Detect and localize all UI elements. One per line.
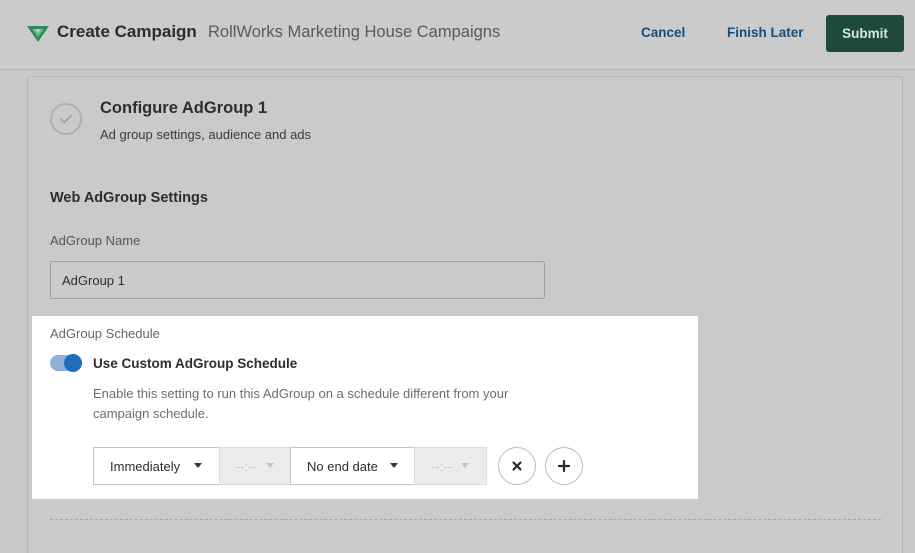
page-title: Create Campaign xyxy=(57,22,197,41)
end-date-dropdown[interactable]: No end date xyxy=(290,447,415,485)
adgroup-schedule-panel: AdGroup Schedule Use Custom AdGroup Sche… xyxy=(32,316,698,499)
section-title: Web AdGroup Settings xyxy=(50,190,208,206)
toggle-knob xyxy=(64,354,82,372)
check-icon xyxy=(60,114,72,124)
end-time-dropdown: --:-- xyxy=(414,447,487,485)
custom-schedule-toggle-label: Use Custom AdGroup Schedule xyxy=(93,356,298,371)
chevron-down-icon xyxy=(266,463,274,468)
start-date-dropdown[interactable]: Immediately xyxy=(93,447,220,485)
start-date-value: Immediately xyxy=(110,458,181,474)
adgroup-name-input[interactable] xyxy=(50,261,545,299)
adgroup-name-label: AdGroup Name xyxy=(50,233,141,248)
schedule-help-text: Enable this setting to run this AdGroup … xyxy=(93,386,509,421)
start-time-dropdown: --:-- xyxy=(219,447,291,485)
top-header: Create Campaign RollWorks Marketing Hous… xyxy=(0,0,915,70)
step-status-circle xyxy=(50,103,82,135)
add-schedule-button[interactable] xyxy=(545,447,583,485)
finish-later-button[interactable]: Finish Later xyxy=(727,25,804,40)
chevron-down-icon xyxy=(390,463,398,468)
close-icon xyxy=(512,461,522,471)
end-time-value: --:-- xyxy=(431,458,452,474)
campaign-name: RollWorks Marketing House Campaigns xyxy=(208,23,501,41)
cancel-button[interactable]: Cancel xyxy=(641,25,685,40)
chevron-down-icon xyxy=(194,463,202,468)
section-divider xyxy=(50,519,881,520)
submit-button[interactable]: Submit xyxy=(826,15,904,52)
step-subtitle: Ad group settings, audience and ads xyxy=(100,127,312,142)
schedule-label: AdGroup Schedule xyxy=(50,326,160,341)
rollworks-logo-icon xyxy=(27,26,49,42)
remove-schedule-button[interactable] xyxy=(498,447,536,485)
chevron-down-icon xyxy=(461,463,469,468)
custom-schedule-toggle[interactable] xyxy=(50,354,82,372)
step-title: Configure AdGroup 1 xyxy=(100,99,268,117)
plus-icon xyxy=(558,460,570,472)
start-time-value: --:-- xyxy=(236,458,257,474)
end-date-value: No end date xyxy=(307,458,378,474)
